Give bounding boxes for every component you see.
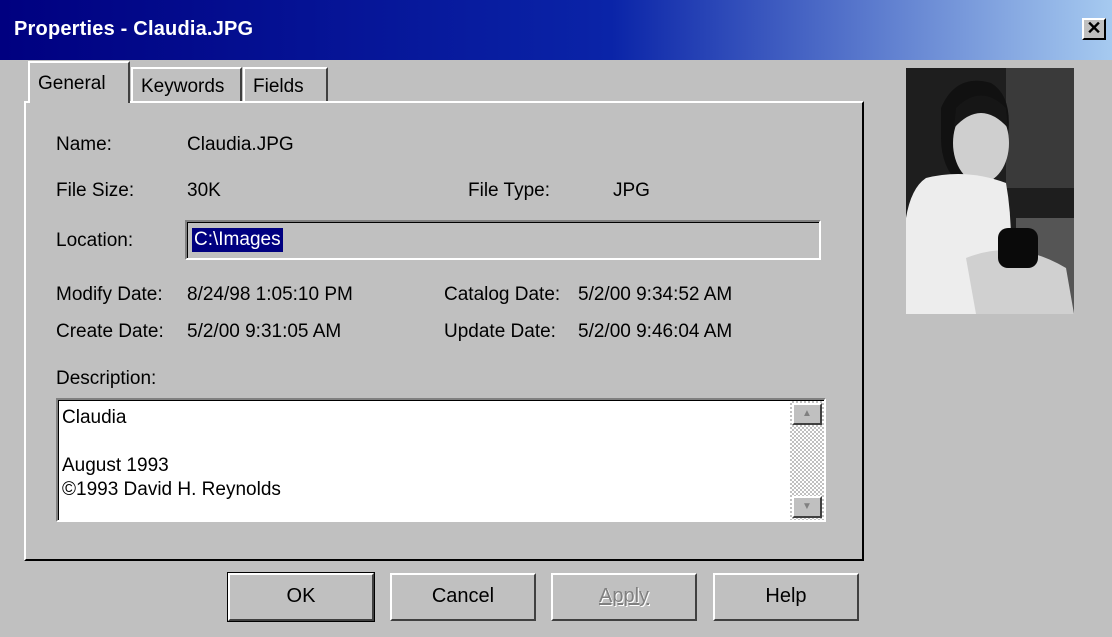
filetype-label: File Type: [468,180,551,201]
description-label: Description: [56,368,157,389]
catalog-date-label: Catalog Date: [444,284,561,305]
title-bar[interactable]: Properties - Claudia.JPG ✕ [0,0,1112,60]
catalog-date-value: 5/2/00 9:34:52 AM [578,284,733,305]
location-field-inner: C:\Images [187,222,819,258]
ok-button[interactable]: OK [227,572,375,622]
properties-dialog: Properties - Claudia.JPG ✕ General Keywo… [0,0,1112,637]
close-icon: ✕ [1086,18,1102,38]
tab-keywords[interactable]: Keywords [131,67,242,102]
create-date-label: Create Date: [56,321,164,342]
help-button[interactable]: Help [713,573,859,621]
update-date-value: 5/2/00 9:46:04 AM [578,321,733,342]
description-text[interactable]: Claudia August 1993 ©1993 David H. Reyno… [62,406,281,502]
window-title: Properties - Claudia.JPG [14,18,254,40]
description-scrollbar[interactable]: ▲ ▼ [790,401,824,520]
apply-button-label: Apply [598,585,650,607]
description-textarea[interactable]: Claudia August 1993 ©1993 David H. Reyno… [56,398,826,522]
apply-button[interactable]: Apply [551,573,697,621]
update-date-label: Update Date: [444,321,556,342]
filetype-value: JPG [613,180,650,201]
scroll-down-icon: ▼ [802,501,812,512]
scroll-down-button[interactable]: ▼ [792,496,822,518]
tab-general[interactable]: General [28,61,130,103]
name-label: Name: [56,134,112,155]
portrait-photo [906,68,1074,314]
image-thumbnail [906,68,1074,314]
cancel-button[interactable]: Cancel [390,573,536,621]
filesize-label: File Size: [56,180,135,201]
description-textarea-inner: Claudia August 1993 ©1993 David H. Reyno… [58,400,824,520]
name-value: Claudia.JPG [187,134,294,155]
close-button[interactable]: ✕ [1082,18,1106,40]
filesize-value: 30K [187,180,221,201]
modify-date-label: Modify Date: [56,284,163,305]
tab-fields[interactable]: Fields [243,67,328,102]
create-date-value: 5/2/00 9:31:05 AM [187,321,342,342]
scroll-up-icon: ▲ [802,408,812,419]
scroll-up-button[interactable]: ▲ [792,403,822,425]
location-value[interactable]: C:\Images [192,228,283,252]
modify-date-value: 8/24/98 1:05:10 PM [187,284,353,305]
location-label: Location: [56,230,134,251]
location-field[interactable]: C:\Images [185,220,821,260]
